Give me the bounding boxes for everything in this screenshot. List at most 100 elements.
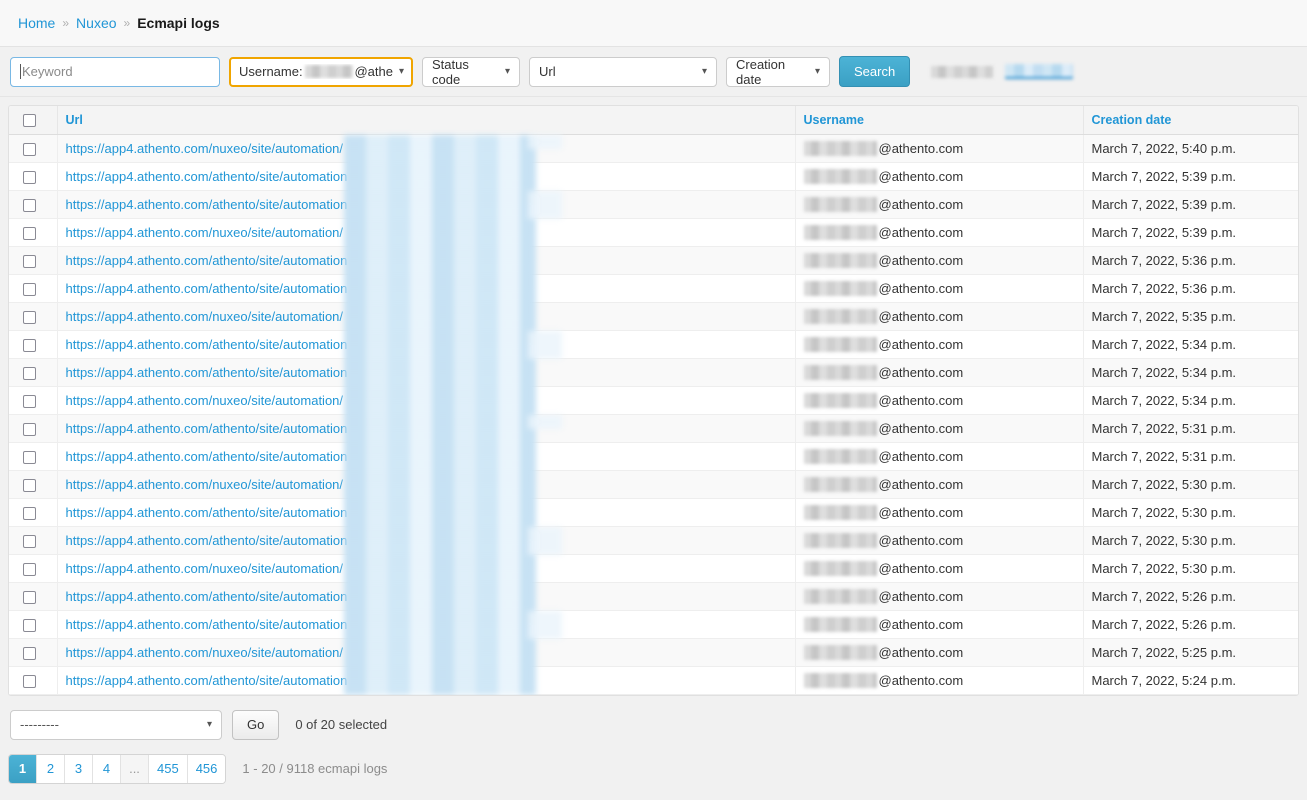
url-filter-label: Url [539,64,556,79]
row-checkbox[interactable] [23,171,36,184]
row-checkbox[interactable] [23,199,36,212]
row-checkbox[interactable] [23,535,36,548]
chevron-down-icon: ▾ [702,67,707,77]
row-checkbox[interactable] [23,647,36,660]
row-select-cell [9,554,57,582]
chevron-down-icon: ▾ [399,67,404,77]
row-checkbox[interactable] [23,227,36,240]
table-row: https://app4.athento.com/athento/site/au… [9,330,1298,358]
username-filter-select[interactable]: Username: @athe ▾ [229,57,413,87]
creation-date-cell: March 7, 2022, 5:30 p.m. [1083,498,1298,526]
url-link[interactable]: https://app4.athento.com/nuxeo/site/auto… [66,225,344,240]
url-cell: https://app4.athento.com/athento/site/au… [57,162,795,190]
url-link[interactable]: https://app4.athento.com/nuxeo/site/auto… [66,393,344,408]
row-checkbox[interactable] [23,283,36,296]
creation-date-cell: March 7, 2022, 5:30 p.m. [1083,554,1298,582]
row-checkbox[interactable] [23,395,36,408]
url-link[interactable]: https://app4.athento.com/athento/site/au… [66,169,348,184]
table-row: https://app4.athento.com/athento/site/au… [9,526,1298,554]
url-link[interactable]: https://app4.athento.com/nuxeo/site/auto… [66,477,344,492]
row-checkbox[interactable] [23,423,36,436]
bulk-action-select[interactable]: --------- ▾ [10,710,222,740]
creation-date-cell: March 7, 2022, 5:40 p.m. [1083,134,1298,162]
url-link[interactable]: https://app4.athento.com/athento/site/au… [66,589,348,604]
breadcrumb-item-home[interactable]: Home [18,15,55,31]
breadcrumb-item-current: Ecmapi logs [137,15,219,31]
row-checkbox[interactable] [23,591,36,604]
url-link[interactable]: https://app4.athento.com/athento/site/au… [66,253,348,268]
row-checkbox[interactable] [23,479,36,492]
table-row: https://app4.athento.com/athento/site/au… [9,190,1298,218]
row-checkbox[interactable] [23,367,36,380]
page-link-3[interactable]: 3 [65,755,93,783]
page-list: 1234...455456 [8,754,226,784]
url-link[interactable]: https://app4.athento.com/athento/site/au… [66,365,348,380]
url-filter-select[interactable]: Url ▾ [529,57,717,87]
url-link[interactable]: https://app4.athento.com/athento/site/au… [66,281,348,296]
chevron-down-icon: ▾ [815,67,820,77]
creation-date-cell: March 7, 2022, 5:31 p.m. [1083,442,1298,470]
row-checkbox[interactable] [23,255,36,268]
table-row: https://app4.athento.com/nuxeo/site/auto… [9,470,1298,498]
row-checkbox[interactable] [23,563,36,576]
column-header-creation-date[interactable]: Creation date [1083,106,1298,134]
creation-date-cell: March 7, 2022, 5:34 p.m. [1083,386,1298,414]
status-code-filter-select[interactable]: Status code ▾ [422,57,520,87]
row-checkbox[interactable] [23,507,36,520]
url-link[interactable]: https://app4.athento.com/athento/site/au… [66,421,348,436]
row-checkbox[interactable] [23,311,36,324]
creation-date-filter-select[interactable]: Creation date ▾ [726,57,830,87]
status-code-filter-label: Status code [432,57,499,87]
column-header-url[interactable]: Url [57,106,795,134]
redacted-username [804,393,877,408]
url-cell: https://app4.athento.com/nuxeo/site/auto… [57,386,795,414]
url-link[interactable]: https://app4.athento.com/nuxeo/site/auto… [66,141,344,156]
row-checkbox[interactable] [23,339,36,352]
row-select-cell [9,610,57,638]
redacted-username [804,253,877,268]
result-count-label: 1 - 20 / 9118 ecmapi logs [242,761,387,776]
row-select-cell [9,330,57,358]
page-link-456[interactable]: 456 [188,755,226,783]
column-header-username[interactable]: Username [795,106,1083,134]
url-link[interactable]: https://app4.athento.com/athento/site/au… [66,449,348,464]
select-all-checkbox[interactable] [23,114,36,127]
row-checkbox[interactable] [23,675,36,688]
page-link-4[interactable]: 4 [93,755,121,783]
redacted-username [804,309,877,324]
url-link[interactable]: https://app4.athento.com/athento/site/au… [66,337,348,352]
url-cell: https://app4.athento.com/athento/site/au… [57,582,795,610]
redacted-toolbar-link[interactable] [1005,64,1073,79]
go-button[interactable]: Go [232,710,279,740]
redacted-username [804,281,877,296]
url-cell: https://app4.athento.com/athento/site/au… [57,442,795,470]
breadcrumb-item-nuxeo[interactable]: Nuxeo [76,15,116,31]
url-link[interactable]: https://app4.athento.com/athento/site/au… [66,617,348,632]
row-checkbox[interactable] [23,451,36,464]
username-domain: @athento.com [879,505,964,520]
row-checkbox[interactable] [23,619,36,632]
url-link[interactable]: https://app4.athento.com/nuxeo/site/auto… [66,645,344,660]
row-select-cell [9,498,57,526]
row-select-cell [9,666,57,694]
url-link[interactable]: https://app4.athento.com/athento/site/au… [66,505,348,520]
username-domain: @athento.com [879,253,964,268]
url-link[interactable]: https://app4.athento.com/athento/site/au… [66,533,348,548]
table-head: Url Username Creation date [9,106,1298,134]
search-button[interactable]: Search [839,56,910,87]
username-cell: @athento.com [795,442,1083,470]
username-cell: @athento.com [795,638,1083,666]
page-link-2[interactable]: 2 [37,755,65,783]
url-link[interactable]: https://app4.athento.com/athento/site/au… [66,197,348,212]
search-input[interactable]: Keyword [10,57,220,87]
username-domain: @athento.com [879,309,964,324]
page-link-455[interactable]: 455 [149,755,188,783]
url-link[interactable]: https://app4.athento.com/nuxeo/site/auto… [66,309,344,324]
url-cell: https://app4.athento.com/athento/site/au… [57,330,795,358]
username-domain: @athento.com [879,533,964,548]
url-link[interactable]: https://app4.athento.com/nuxeo/site/auto… [66,561,344,576]
creation-date-cell: March 7, 2022, 5:26 p.m. [1083,582,1298,610]
row-checkbox[interactable] [23,143,36,156]
redacted-username [804,365,877,380]
url-link[interactable]: https://app4.athento.com/athento/site/au… [66,673,348,688]
